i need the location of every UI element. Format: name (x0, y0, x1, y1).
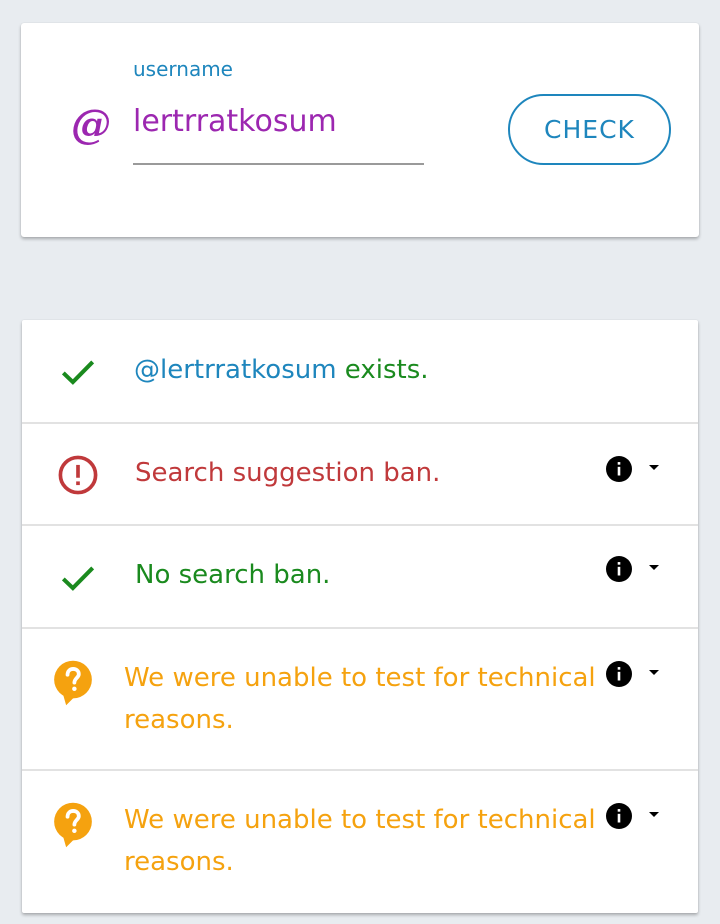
username-handle[interactable]: @lertrratkosum (134, 355, 337, 385)
caret-down-icon (649, 565, 659, 570)
result-row-suggestion-ban: Search suggestion ban. (22, 424, 698, 526)
info-icon (606, 803, 632, 829)
exists-message: @lertrratkosum exists. (134, 349, 429, 391)
result-row-search-ban: No search ban. (22, 526, 698, 629)
check-icon (61, 360, 95, 385)
suggestion-ban-info-toggle[interactable] (606, 454, 666, 484)
results-card: @lertrratkosum exists. Search suggestion… (22, 320, 698, 913)
alert-circle-icon (58, 455, 98, 495)
help-bubble-icon (54, 660, 92, 706)
search-ban-info-toggle[interactable] (606, 554, 666, 584)
result-row-unable-to-test: We were unable to test for technical rea… (22, 629, 698, 771)
info-icon (606, 456, 632, 482)
unable-to-test-line-1: We were unable to test for technical (124, 663, 596, 693)
unable-to-test-2-line-1: We were unable to test for technical (124, 805, 596, 835)
username-input[interactable] (133, 97, 424, 165)
search-ban-message: No search ban. (135, 560, 331, 590)
result-row-unable-to-test-2: We were unable to test for technical rea… (22, 771, 698, 913)
help-bubble-icon (54, 802, 92, 848)
unable-to-test-2-info-toggle[interactable] (606, 801, 666, 831)
username-search-card: @ username CHECK (21, 23, 699, 237)
unable-to-test-message-2: We were unable to test for technical rea… (124, 799, 596, 883)
unable-to-test-message: We were unable to test for technical rea… (124, 657, 596, 741)
at-sign-icon: @ (71, 101, 111, 148)
unable-to-test-2-line-2: reasons. (124, 847, 234, 877)
caret-down-icon (649, 670, 659, 675)
exists-suffix: exists. (336, 355, 429, 385)
unable-to-test-line-2: reasons. (124, 705, 234, 735)
unable-to-test-info-toggle[interactable] (606, 659, 666, 689)
caret-down-icon (649, 465, 659, 470)
info-icon (606, 556, 632, 582)
info-icon (606, 661, 632, 687)
check-icon (61, 566, 95, 591)
check-button[interactable]: CHECK (508, 94, 671, 165)
result-row-exists: @lertrratkosum exists. (22, 320, 698, 424)
suggestion-ban-message: Search suggestion ban. (135, 458, 441, 488)
username-label: username (133, 57, 233, 81)
caret-down-icon (649, 812, 659, 817)
